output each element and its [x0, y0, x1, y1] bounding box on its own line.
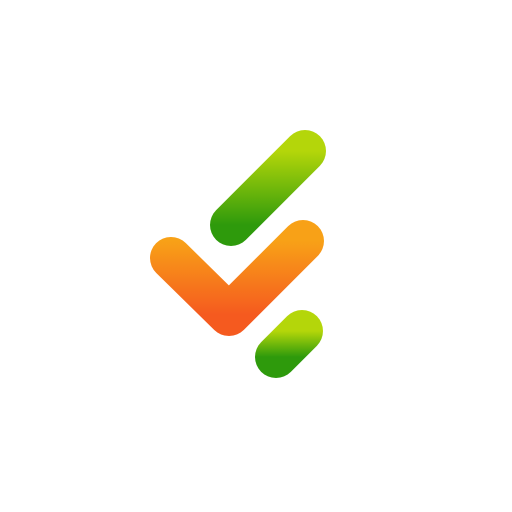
orange-checkmark-stroke	[150, 220, 324, 336]
checkmark-logo-icon	[150, 130, 326, 378]
app-icon-canvas	[0, 0, 512, 512]
bottom-green-stroke	[255, 310, 323, 378]
top-green-stroke	[210, 130, 326, 246]
